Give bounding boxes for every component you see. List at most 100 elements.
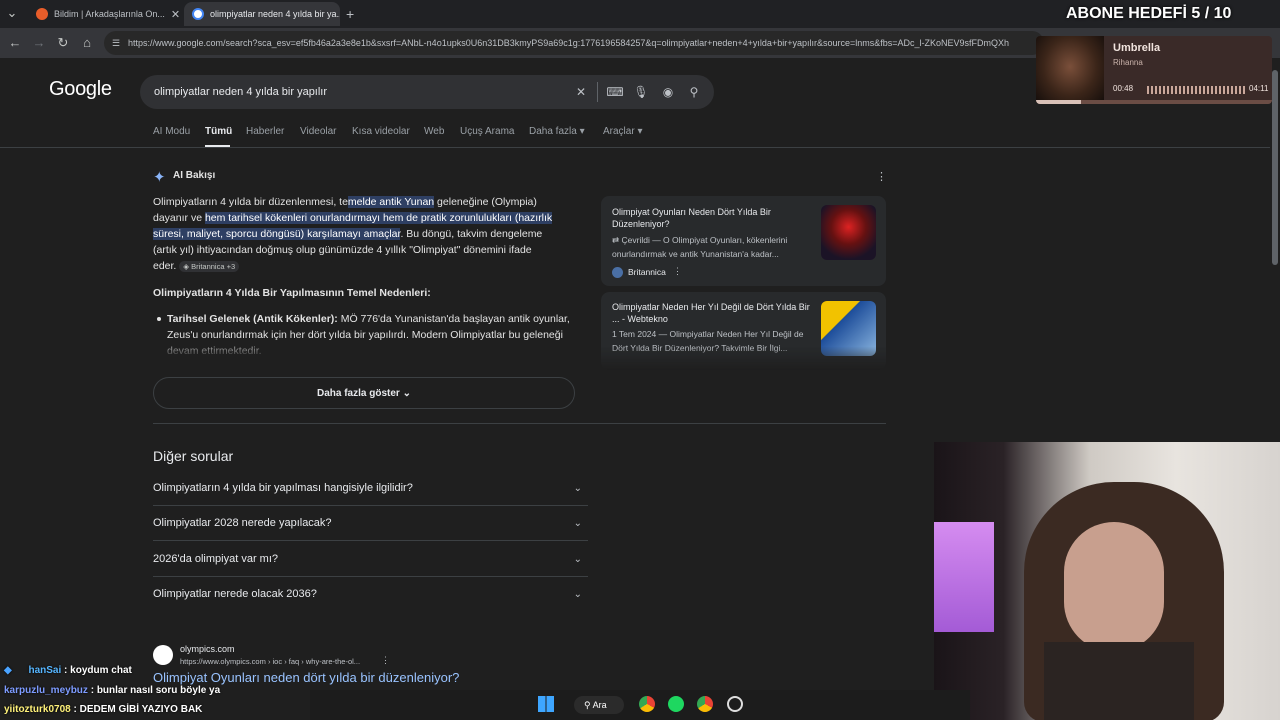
site-info-icon[interactable]: ☰	[112, 31, 120, 55]
tab-flights[interactable]: Uçuş Arama	[460, 126, 514, 137]
paa-question-text: Olimpiyatlar nerede olacak 2036?	[153, 588, 317, 600]
tab-search-icon[interactable]: ⌄	[2, 4, 22, 22]
lens-icon[interactable]: ◉	[659, 83, 677, 101]
more-options-icon[interactable]: ⋮	[673, 266, 682, 277]
waveform	[1147, 86, 1247, 94]
chrome-profile-icon[interactable]	[697, 696, 713, 712]
show-more-label: Daha fazla göster	[317, 388, 400, 399]
chrome-icon[interactable]	[639, 696, 655, 712]
chat-message: yiitozturk0708 : DEDEM GİBİ YAZIYO BAK	[4, 704, 203, 715]
google-favicon-icon	[192, 8, 204, 20]
olympic-rings-thumbnail	[821, 205, 876, 260]
more-options-icon[interactable]: ⋮	[876, 170, 887, 183]
paa-question-text: Olimpiyatların 4 yılda bir yapılması han…	[153, 482, 413, 494]
progress-fill	[1036, 100, 1081, 104]
card-source: Britannica	[628, 267, 666, 277]
search-query: olimpiyatlar neden 4 yılda bir yapılır	[154, 86, 328, 98]
address-bar[interactable]: ☰ https://www.google.com/search?sca_esv=…	[104, 31, 1044, 55]
result-site[interactable]: olympics.com	[180, 644, 235, 654]
source-card-britannica[interactable]: Olimpiyat Oyunları Neden Dört Yılda Bir …	[601, 196, 886, 286]
home-icon[interactable]: ⌂	[77, 33, 97, 53]
paa-question-text: Olimpiyatlar 2028 nerede yapılacak?	[153, 517, 332, 529]
webcam-feed	[934, 442, 1280, 720]
tab-videos[interactable]: Videolar	[300, 126, 337, 137]
tab-tools[interactable]: Araçlar ▾	[603, 126, 643, 137]
keyboard-icon[interactable]: ⌨	[606, 83, 624, 101]
ai-overview-label: AI Bakışı	[173, 170, 216, 181]
source-chip-label: Britannica +3	[191, 262, 236, 271]
progress-track	[1036, 100, 1272, 104]
globe-icon: ◈	[183, 262, 190, 271]
more-options-icon[interactable]: ⋮	[381, 655, 390, 666]
chat-badge-icon: ◆	[4, 665, 12, 676]
translate-icon: ⇄	[612, 235, 620, 245]
chat-text: koydum chat	[70, 665, 132, 676]
card-snippet: ⇄ Çevrildi — O Olimpiyat Oyunları, köken…	[612, 233, 812, 261]
tab-web[interactable]: Web	[424, 126, 444, 137]
google-logo[interactable]: Google	[49, 78, 112, 101]
sparkle-icon: ✦	[153, 169, 166, 186]
forward-icon[interactable]: →	[29, 33, 49, 53]
back-icon[interactable]: ←	[5, 33, 25, 53]
source-chip[interactable]: ◈ Britannica +3	[179, 261, 240, 272]
chat-user: yiitozturk0708	[4, 704, 71, 715]
chat-message: karpuzlu_meybuz : bunlar nasıl soru böyl…	[4, 685, 221, 696]
ai-highlight: melde antik Yunan	[347, 196, 435, 208]
tab-more-label: Daha fazla	[529, 126, 577, 137]
tab-tools-label: Araçlar	[603, 126, 635, 137]
microphone-icon[interactable]: 🎙	[632, 83, 650, 101]
result-title-link[interactable]: Olimpiyat Oyunları neden dört yılda bir …	[153, 670, 459, 685]
new-tab-button[interactable]: +	[346, 6, 354, 22]
tab-bildim[interactable]: Bildim | Arkadaşlarınla On... ✕	[28, 2, 184, 26]
paa-question-text: 2026'da olimpiyat var mı?	[153, 553, 278, 565]
taskbar-search-label: Ara	[592, 700, 607, 710]
chevron-down-icon: ⌄	[573, 518, 582, 529]
chevron-down-icon: ⌄	[573, 589, 582, 600]
active-tab-indicator	[205, 145, 230, 147]
paa-question[interactable]: Olimpiyatlar 2028 nerede yapılacak? ⌄	[153, 506, 588, 541]
tab-all[interactable]: Tümü	[205, 126, 232, 137]
ai-text: Olimpiyatların 4 yılda bir düzenlenmesi,…	[153, 196, 348, 208]
result-path: https://www.olympics.com › ioc › faq › w…	[180, 657, 361, 666]
card-title: Olimpiyat Oyunları Neden Dört Yılda Bir …	[612, 207, 771, 229]
zeus-thumbnail	[821, 301, 876, 356]
clear-icon[interactable]: ✕	[572, 83, 590, 101]
chat-user: hanSai	[28, 665, 62, 676]
card-title: Olimpiyatlar Neden Her Yıl Değil de Dört…	[612, 302, 810, 324]
song-artist: Rihanna	[1113, 58, 1143, 67]
reload-icon[interactable]: ↻	[53, 33, 73, 53]
paa-question[interactable]: Olimpiyatlar nerede olacak 2036? ⌄	[153, 577, 588, 612]
tab-more[interactable]: Daha fazla ▾	[529, 126, 585, 137]
ai-heading: Olimpiyatların 4 Yılda Bir Yapılmasının …	[153, 287, 431, 299]
paa-question[interactable]: Olimpiyatların 4 yılda bir yapılması han…	[153, 471, 588, 506]
tab-title: Bildim | Arkadaşlarınla On...	[54, 9, 165, 19]
windows-start-icon[interactable]	[538, 696, 554, 712]
source-card-webtekno[interactable]: Olimpiyatlar Neden Her Yıl Değil de Dört…	[601, 292, 886, 370]
scrollbar[interactable]	[1270, 58, 1280, 442]
album-art	[1036, 36, 1104, 104]
chat-text: DEDEM GİBİ YAZIYO BAK	[79, 704, 203, 715]
person-shirt	[1044, 642, 1194, 720]
tab-google-search[interactable]: olimpiyatlar neden 4 yılda bir ya... ✕	[184, 2, 340, 26]
spotify-icon[interactable]	[668, 696, 684, 712]
britannica-favicon-icon	[612, 267, 623, 278]
chat-user: karpuzlu_meybuz	[4, 685, 88, 696]
ai-bullet: Tarihsel Gelenek (Antik Kökenler): MÖ 77…	[167, 311, 575, 359]
show-more-button[interactable]: Daha fazla göster ⌄	[153, 377, 575, 409]
paa-question[interactable]: 2026'da olimpiyat var mı? ⌄	[153, 542, 588, 577]
purple-light	[934, 522, 994, 632]
tab-news[interactable]: Haberler	[246, 126, 284, 137]
search-icon[interactable]: ⚲	[685, 83, 703, 101]
app-icon[interactable]	[727, 696, 743, 712]
taskbar-search[interactable]: ⚲ Ara	[574, 696, 624, 714]
chat-text: bunlar nasıl soru böyle ya	[96, 685, 221, 696]
card-snippet: 1 Tem 2024 — Olimpiyatlar Neden Her Yıl …	[612, 329, 804, 353]
tab-short-videos[interactable]: Kısa videolar	[352, 126, 410, 137]
card-snippet-text: Çevrildi — O Olimpiyat Oyunları, kökenle…	[612, 235, 788, 259]
person-face	[1064, 522, 1164, 652]
tab-ai-mode[interactable]: AI Modu	[153, 126, 190, 137]
close-icon[interactable]: ✕	[171, 8, 180, 21]
scrollbar-thumb[interactable]	[1272, 70, 1278, 265]
search-input[interactable]: olimpiyatlar neden 4 yılda bir yapılır	[140, 75, 714, 109]
bullet-dot	[157, 317, 161, 321]
